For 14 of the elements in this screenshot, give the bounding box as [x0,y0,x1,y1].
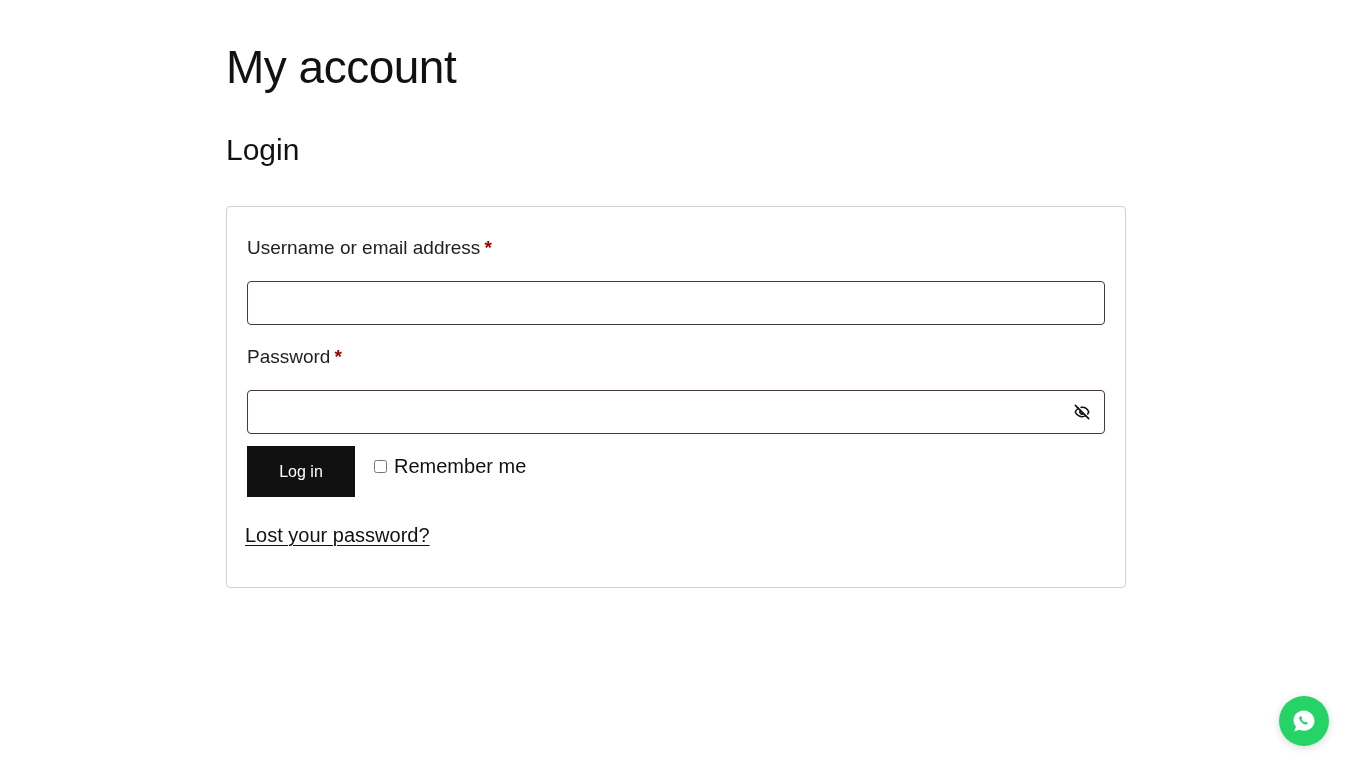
field-label: Username or email address * [247,236,492,260]
chat-bubble-icon [1292,709,1316,733]
password-input[interactable] [247,390,1105,434]
lost-password-link[interactable]: Lost your password? [245,522,430,548]
section-heading: Login [226,132,300,168]
eye-slash-icon[interactable] [1073,404,1091,420]
field-label: Password * [247,345,342,369]
login-button[interactable]: Log in [247,446,355,497]
checkbox-label: Remember me [394,454,527,478]
required-mark: * [484,237,492,258]
text-input[interactable] [247,281,1105,325]
page-title: My account [226,40,457,95]
checkbox[interactable] [374,459,387,473]
required-mark: * [334,346,342,367]
